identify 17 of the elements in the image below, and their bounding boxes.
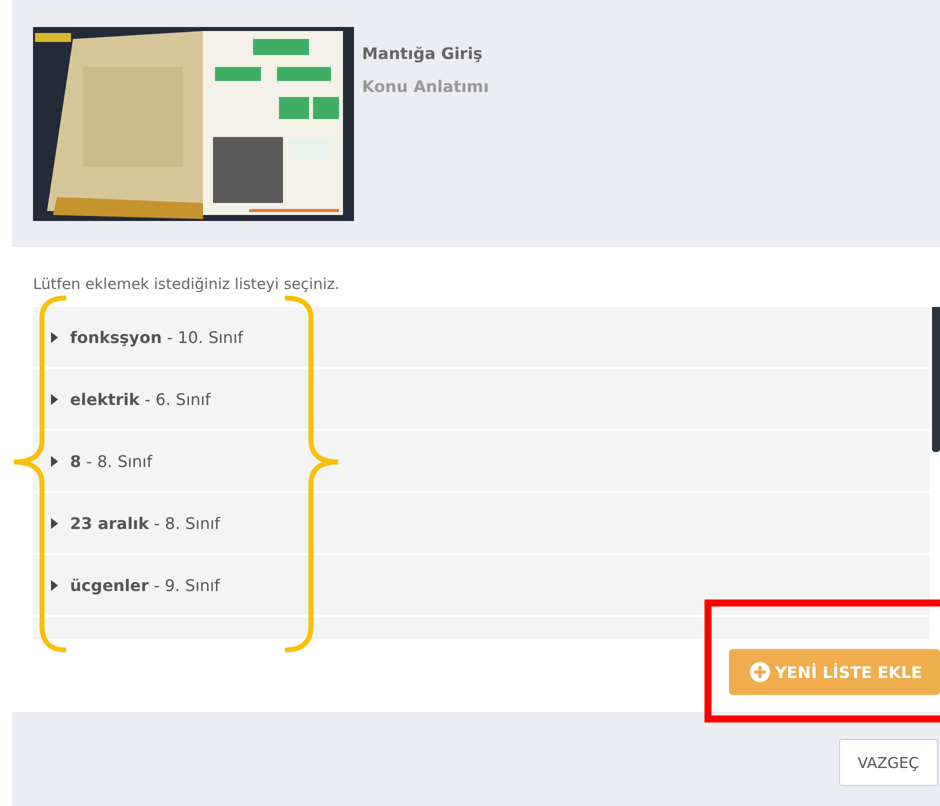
caret-icon — [51, 332, 58, 342]
instruction-text: Lütfen eklemek istediğiniz listeyi seçiniz. — [33, 275, 341, 293]
caret-icon — [51, 394, 58, 404]
lesson-subtitle: Konu Anlatımı — [362, 77, 489, 96]
caret-icon — [51, 580, 58, 590]
list-row[interactable]: elektrik - 6. Sınıf — [33, 369, 930, 429]
caret-icon — [51, 456, 58, 466]
cancel-button[interactable]: VAZGEÇ — [838, 739, 938, 786]
list-row[interactable]: 23 aralık - 8. Sınıf — [33, 493, 930, 553]
list-row[interactable]: fonksşyon - 10. Sınıf — [33, 307, 930, 367]
list-row[interactable]: 8 - 8. Sınıf — [33, 431, 930, 491]
plus-icon — [749, 661, 772, 683]
lesson-title: Mantığa Giriş — [362, 44, 484, 63]
list-row[interactable] — [33, 617, 930, 639]
scrollbar[interactable] — [932, 307, 940, 452]
caret-icon — [51, 518, 58, 528]
list-row[interactable]: ücgenler - 9. Sınıf — [33, 555, 930, 615]
